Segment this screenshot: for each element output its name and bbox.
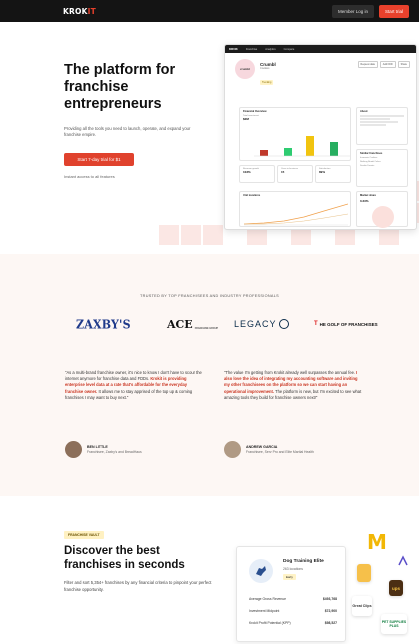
stat-value: 103% (243, 170, 251, 174)
unit-locations-card: Unit locations (239, 191, 351, 227)
franchise-metric-row: Krokit Profit Potential (KPP) $98,527 (249, 621, 337, 625)
top-nav: KROKIT Member Log in Start trial (0, 0, 419, 22)
financial-overview-card: Financial Overview Total investment $2M (239, 107, 351, 161)
ace-logo: ACE FRANCHISE GROUP (167, 316, 218, 332)
investment-value: $2M (243, 117, 249, 121)
brand-badge: Trending (260, 80, 274, 85)
ace-logo-sub: FRANCHISE GROUP (194, 326, 219, 330)
view-tab: Add FDD (379, 61, 396, 68)
franchise-vault-pill: FRANCHISE VAULT (64, 531, 104, 539)
pet-supplies-plus-logo: PET SUPPLIES PLUS (381, 614, 407, 634)
mcdonalds-logo: M (364, 530, 390, 554)
about-title: About (360, 110, 368, 113)
stat-card: Revenue growth 103% (239, 165, 275, 183)
testimonial-quote: "The value I'm getting from Krokit alrea… (224, 370, 362, 401)
author-role: Franchisee, Serv Pro and Elite Martial H… (246, 450, 314, 454)
franchise-card[interactable]: Dog Training Elite 263 locations Early A… (236, 546, 346, 642)
crumbl-logo: crumbl (235, 59, 255, 79)
metric-label: Average Gross Revenue (249, 597, 287, 601)
testimonial-author: BEN LITTLE Franchisee, Zaxby's and Bread… (65, 441, 142, 458)
brand-subtitle: Cookies (260, 67, 270, 70)
dashboard-tab: Franchise (245, 47, 258, 51)
dashboard-preview: KROK Franchise Analytics Compare crumbl … (224, 44, 417, 230)
franchise-metric-row: Investment Midpoint $72,900 (249, 609, 337, 613)
start-trial-button[interactable]: Start 7-day trial for $1 (64, 153, 134, 166)
market-share-pie (372, 206, 394, 228)
metric-label: Investment Midpoint (249, 609, 280, 613)
dashboard-tab: Analytics (265, 47, 276, 51)
similar-franchises-title: Similar franchises (360, 152, 383, 155)
avatar (224, 441, 241, 458)
author-name: ANDREW GARCIA (246, 445, 278, 449)
similar-franchises-card: Similar franchises Insomnia Cookies Noth… (356, 149, 408, 187)
golf-logo-t: T (314, 321, 318, 327)
zaxbys-logo: ZAXBY'S (76, 316, 131, 332)
dashboard-brand-header: crumbl Crumbl Cookies Trending (235, 59, 276, 88)
hero-section: The platform for franchise entrepreneurs… (0, 22, 419, 254)
logo-accent-text: IT (87, 6, 96, 16)
member-login-button[interactable]: Member Log in (331, 4, 374, 18)
franchise-badge: Early (283, 574, 296, 580)
metric-value: $493,768 (322, 597, 337, 601)
similar-item: Dunkin Donuts (360, 165, 375, 167)
legacy-logo: LEGACY (234, 316, 289, 332)
quote-text: "The value I'm getting from Krokit alrea… (224, 370, 357, 375)
hero-title: The platform for franchise entrepreneurs (64, 62, 176, 112)
great-clips-logo: Great Clips (352, 596, 372, 616)
ups-logo: ups (389, 580, 403, 596)
stat-value: 15 (281, 170, 285, 174)
similar-item: Nothing Bundt Cakes (360, 161, 381, 163)
discover-title: Discover the best franchises in seconds (64, 545, 185, 571)
similar-item: Insomnia Cookies (360, 157, 378, 159)
market-share-title: Market share (360, 194, 377, 197)
unit-locations-title: Unit locations (243, 194, 261, 197)
start-trial-nav-button[interactable]: Start trial (378, 4, 409, 18)
dashboard-topbar: KROK Franchise Analytics Compare (225, 45, 416, 53)
franchise-locations: 263 locations (283, 567, 303, 571)
golf-of-franchises-logo: T HE GOLF OF FRANCHISES (314, 316, 378, 332)
dashboard-view-tabs: Request data Add FDD Share (357, 61, 410, 68)
dashboard-logo: KROK (229, 47, 238, 51)
instant-access-text: Instant access to all features (64, 174, 115, 179)
trusted-label: TRUSTED BY TOP FRANCHISEES AND INDUSTRY … (140, 294, 279, 298)
brand-icon (396, 554, 410, 568)
author-role: Franchisee, Zaxby's and BreadHaus (87, 450, 142, 454)
metric-value: $72,900 (324, 609, 337, 613)
view-tab: Request data (357, 61, 378, 68)
golf-logo-text: HE GOLF OF FRANCHISES (319, 321, 378, 327)
dashboard-tab: Compare (283, 47, 295, 51)
financial-overview-title: Financial Overview (243, 110, 267, 113)
market-share-card: Market share 0.23% (356, 191, 408, 228)
logo-main-text: KROK (63, 6, 88, 16)
ace-logo-text: ACE (167, 317, 193, 331)
stat-value: 89% (319, 170, 326, 174)
locations-line-chart (244, 203, 348, 226)
dog-icon (256, 566, 266, 576)
globe-icon (278, 319, 289, 329)
trusted-section: TRUSTED BY TOP FRANCHISEES AND INDUSTRY … (0, 254, 419, 496)
franchise-name: Dog Training Elite (283, 559, 324, 564)
sparkle-icon (398, 555, 408, 566)
hero-subtitle: Providing all the tools you need to laun… (64, 126, 191, 137)
avatar (65, 441, 82, 458)
metric-label: Krokit Profit Potential (KPP) (249, 621, 291, 625)
legacy-logo-text: LEGACY (234, 319, 277, 329)
franchise-metric-row: Average Gross Revenue $493,768 (249, 597, 337, 601)
discover-section: FRANCHISE VAULT Discover the best franch… (0, 496, 419, 644)
market-share-value: 0.23% (360, 199, 369, 203)
stat-card: Years in business 15 (277, 165, 313, 183)
testimonial-quote: "As a multi-brand franchise owner, it's … (65, 370, 203, 401)
stat-card: Satisfaction 89% (315, 165, 351, 183)
discover-subtitle: Filter and sort 5,354+ franchises by any… (64, 580, 212, 592)
author-name: BEN LITTLE (87, 445, 108, 449)
view-tab: Share (397, 61, 410, 68)
testimonial-author: ANDREW GARCIA Franchisee, Serv Pro and E… (224, 441, 314, 458)
metric-value: $98,527 (324, 621, 337, 625)
about-card: About (356, 107, 408, 145)
dog-training-logo (249, 559, 273, 583)
krokit-logo[interactable]: KROKIT (63, 7, 96, 16)
financial-bar-chart (254, 136, 350, 157)
brand-logo (357, 564, 371, 582)
